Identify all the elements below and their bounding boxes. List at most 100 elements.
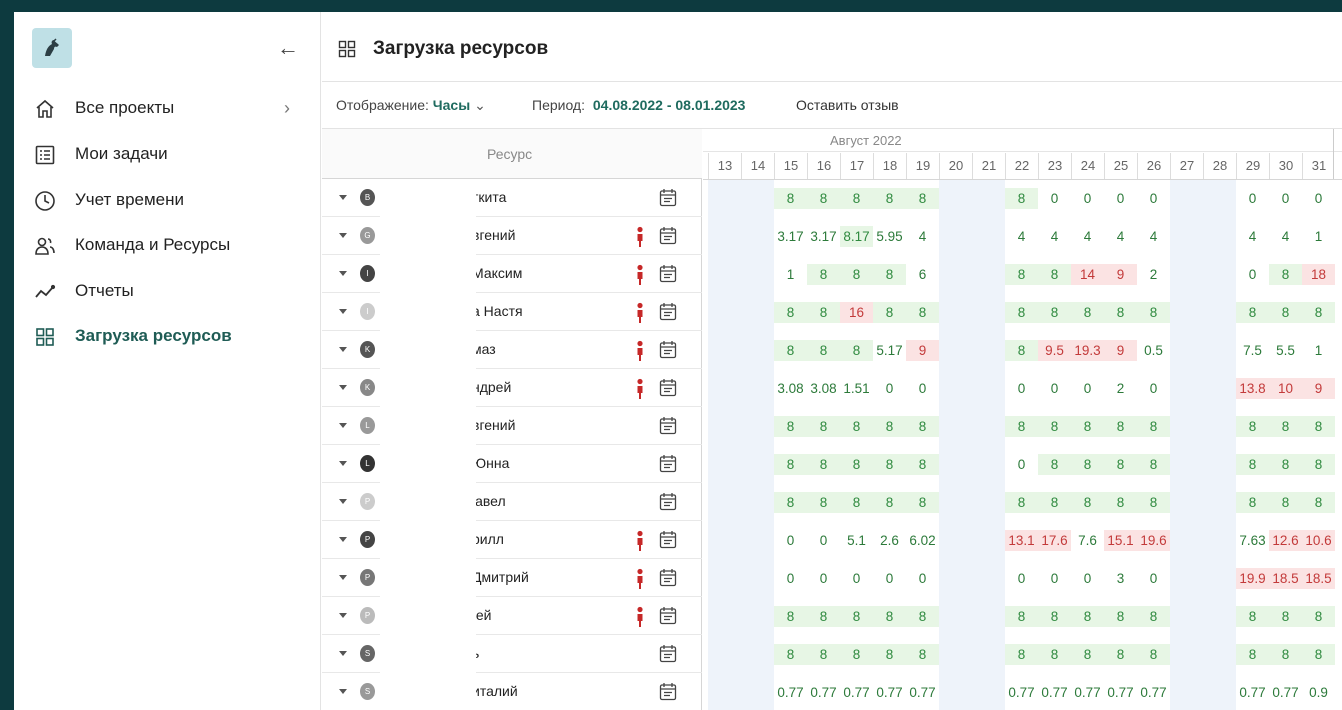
load-cell[interactable]: 0: [774, 568, 807, 589]
load-cell[interactable]: 1: [774, 264, 807, 285]
load-cell[interactable]: 0.77: [807, 682, 840, 703]
display-selector[interactable]: Отображение: Часы ⌄: [336, 97, 486, 114]
load-cell[interactable]: 19.9: [1236, 568, 1269, 589]
load-cell[interactable]: 0: [1005, 454, 1038, 475]
sidebar-item-resource-load[interactable]: Загрузка ресурсов: [14, 316, 314, 356]
load-cell[interactable]: 0.5: [1137, 340, 1170, 361]
expand-toggle-icon[interactable]: [339, 651, 347, 656]
load-cell[interactable]: 8: [1071, 606, 1104, 627]
load-cell[interactable]: 0: [906, 378, 939, 399]
calendar-icon[interactable]: [659, 188, 677, 207]
load-cell[interactable]: 13.8: [1236, 378, 1269, 399]
load-cell[interactable]: 8: [1071, 644, 1104, 665]
load-cell[interactable]: 8: [1071, 492, 1104, 513]
load-cell[interactable]: 8: [1302, 416, 1335, 437]
load-cell[interactable]: 1: [1302, 226, 1335, 247]
load-cell[interactable]: 8: [774, 644, 807, 665]
calendar-icon[interactable]: [659, 226, 677, 245]
load-cell[interactable]: 8: [807, 264, 840, 285]
load-cell[interactable]: 9: [1302, 378, 1335, 399]
load-cell[interactable]: 8: [1038, 492, 1071, 513]
load-cell[interactable]: 7.63: [1236, 530, 1269, 551]
load-cell[interactable]: 8: [873, 492, 906, 513]
load-cell[interactable]: 5.5: [1269, 340, 1302, 361]
load-cell[interactable]: 8: [807, 302, 840, 323]
load-cell[interactable]: 1: [1302, 340, 1335, 361]
calendar-icon[interactable]: [659, 644, 677, 663]
expand-toggle-icon[interactable]: [339, 271, 347, 276]
sidebar-item-all-projects[interactable]: Все проекты ›: [14, 88, 314, 128]
load-cell[interactable]: 0: [840, 568, 873, 589]
load-cell[interactable]: 8: [1137, 492, 1170, 513]
load-cell[interactable]: 12.6: [1269, 530, 1302, 551]
load-cell[interactable]: 0: [1137, 378, 1170, 399]
resource-row[interactable]: I Максим: [322, 255, 702, 293]
load-cell[interactable]: 8: [873, 264, 906, 285]
load-cell[interactable]: 8: [840, 340, 873, 361]
load-cell[interactable]: 6.02: [906, 530, 939, 551]
load-cell[interactable]: 8: [807, 492, 840, 513]
load-cell[interactable]: 8: [1137, 416, 1170, 437]
load-cell[interactable]: 0.77: [1071, 682, 1104, 703]
expand-toggle-icon[interactable]: [339, 233, 347, 238]
load-cell[interactable]: 8: [840, 454, 873, 475]
calendar-icon[interactable]: [659, 530, 677, 549]
expand-toggle-icon[interactable]: [339, 575, 347, 580]
load-cell[interactable]: 8: [873, 188, 906, 209]
load-cell[interactable]: 8: [774, 454, 807, 475]
load-cell[interactable]: 8: [1104, 606, 1137, 627]
load-cell[interactable]: 8: [774, 606, 807, 627]
arrow-left-icon[interactable]: ←: [276, 37, 300, 61]
sidebar-item-reports[interactable]: Отчеты: [14, 271, 314, 311]
expand-toggle-icon[interactable]: [339, 613, 347, 618]
load-cell[interactable]: 8: [1071, 302, 1104, 323]
load-cell[interactable]: 0: [1071, 568, 1104, 589]
chevron-right-icon[interactable]: ›: [284, 98, 290, 119]
load-cell[interactable]: 8: [807, 340, 840, 361]
load-cell[interactable]: 0: [1104, 188, 1137, 209]
load-cell[interactable]: 8: [807, 644, 840, 665]
load-cell[interactable]: 4: [906, 226, 939, 247]
load-cell[interactable]: 5.1: [840, 530, 873, 551]
load-cell[interactable]: 9.5: [1038, 340, 1071, 361]
load-cell[interactable]: 18: [1302, 264, 1335, 285]
load-cell[interactable]: 8: [1302, 302, 1335, 323]
load-cell[interactable]: 9: [1104, 340, 1137, 361]
load-cell[interactable]: 8: [1038, 454, 1071, 475]
load-cell[interactable]: 8: [1038, 416, 1071, 437]
resource-row[interactable]: Gвгений: [322, 217, 702, 255]
load-cell[interactable]: 8: [1302, 644, 1335, 665]
load-cell[interactable]: 0: [1236, 264, 1269, 285]
load-cell[interactable]: 0.77: [1038, 682, 1071, 703]
calendar-icon[interactable]: [659, 302, 677, 321]
load-cell[interactable]: 0: [1038, 378, 1071, 399]
load-cell[interactable]: 8: [1005, 416, 1038, 437]
load-cell[interactable]: 4: [1104, 226, 1137, 247]
resource-row[interactable]: P:ей: [322, 597, 702, 635]
load-cell[interactable]: 0: [1038, 188, 1071, 209]
load-cell[interactable]: 4: [1038, 226, 1071, 247]
load-cell[interactable]: 8: [1038, 302, 1071, 323]
load-cell[interactable]: 3: [1104, 568, 1137, 589]
load-cell[interactable]: 8: [807, 416, 840, 437]
load-cell[interactable]: 8: [906, 302, 939, 323]
load-cell[interactable]: 0: [873, 568, 906, 589]
load-cell[interactable]: 8: [1302, 454, 1335, 475]
load-cell[interactable]: 9: [906, 340, 939, 361]
load-cell[interactable]: 8: [1269, 264, 1302, 285]
load-cell[interactable]: 2: [1104, 378, 1137, 399]
calendar-icon[interactable]: [659, 416, 677, 435]
load-cell[interactable]: 8: [1236, 302, 1269, 323]
load-cell[interactable]: 0.77: [774, 682, 807, 703]
expand-toggle-icon[interactable]: [339, 461, 347, 466]
load-cell[interactable]: 0.77: [1005, 682, 1038, 703]
feedback-link[interactable]: Оставить отзыв: [796, 97, 899, 113]
load-cell[interactable]: 0: [1137, 188, 1170, 209]
load-cell[interactable]: 8: [873, 416, 906, 437]
calendar-icon[interactable]: [659, 568, 677, 587]
load-cell[interactable]: 8: [807, 454, 840, 475]
load-cell[interactable]: 8: [1104, 454, 1137, 475]
load-cell[interactable]: 8: [1269, 454, 1302, 475]
load-cell[interactable]: 3.17: [807, 226, 840, 247]
load-cell[interactable]: 8: [774, 188, 807, 209]
